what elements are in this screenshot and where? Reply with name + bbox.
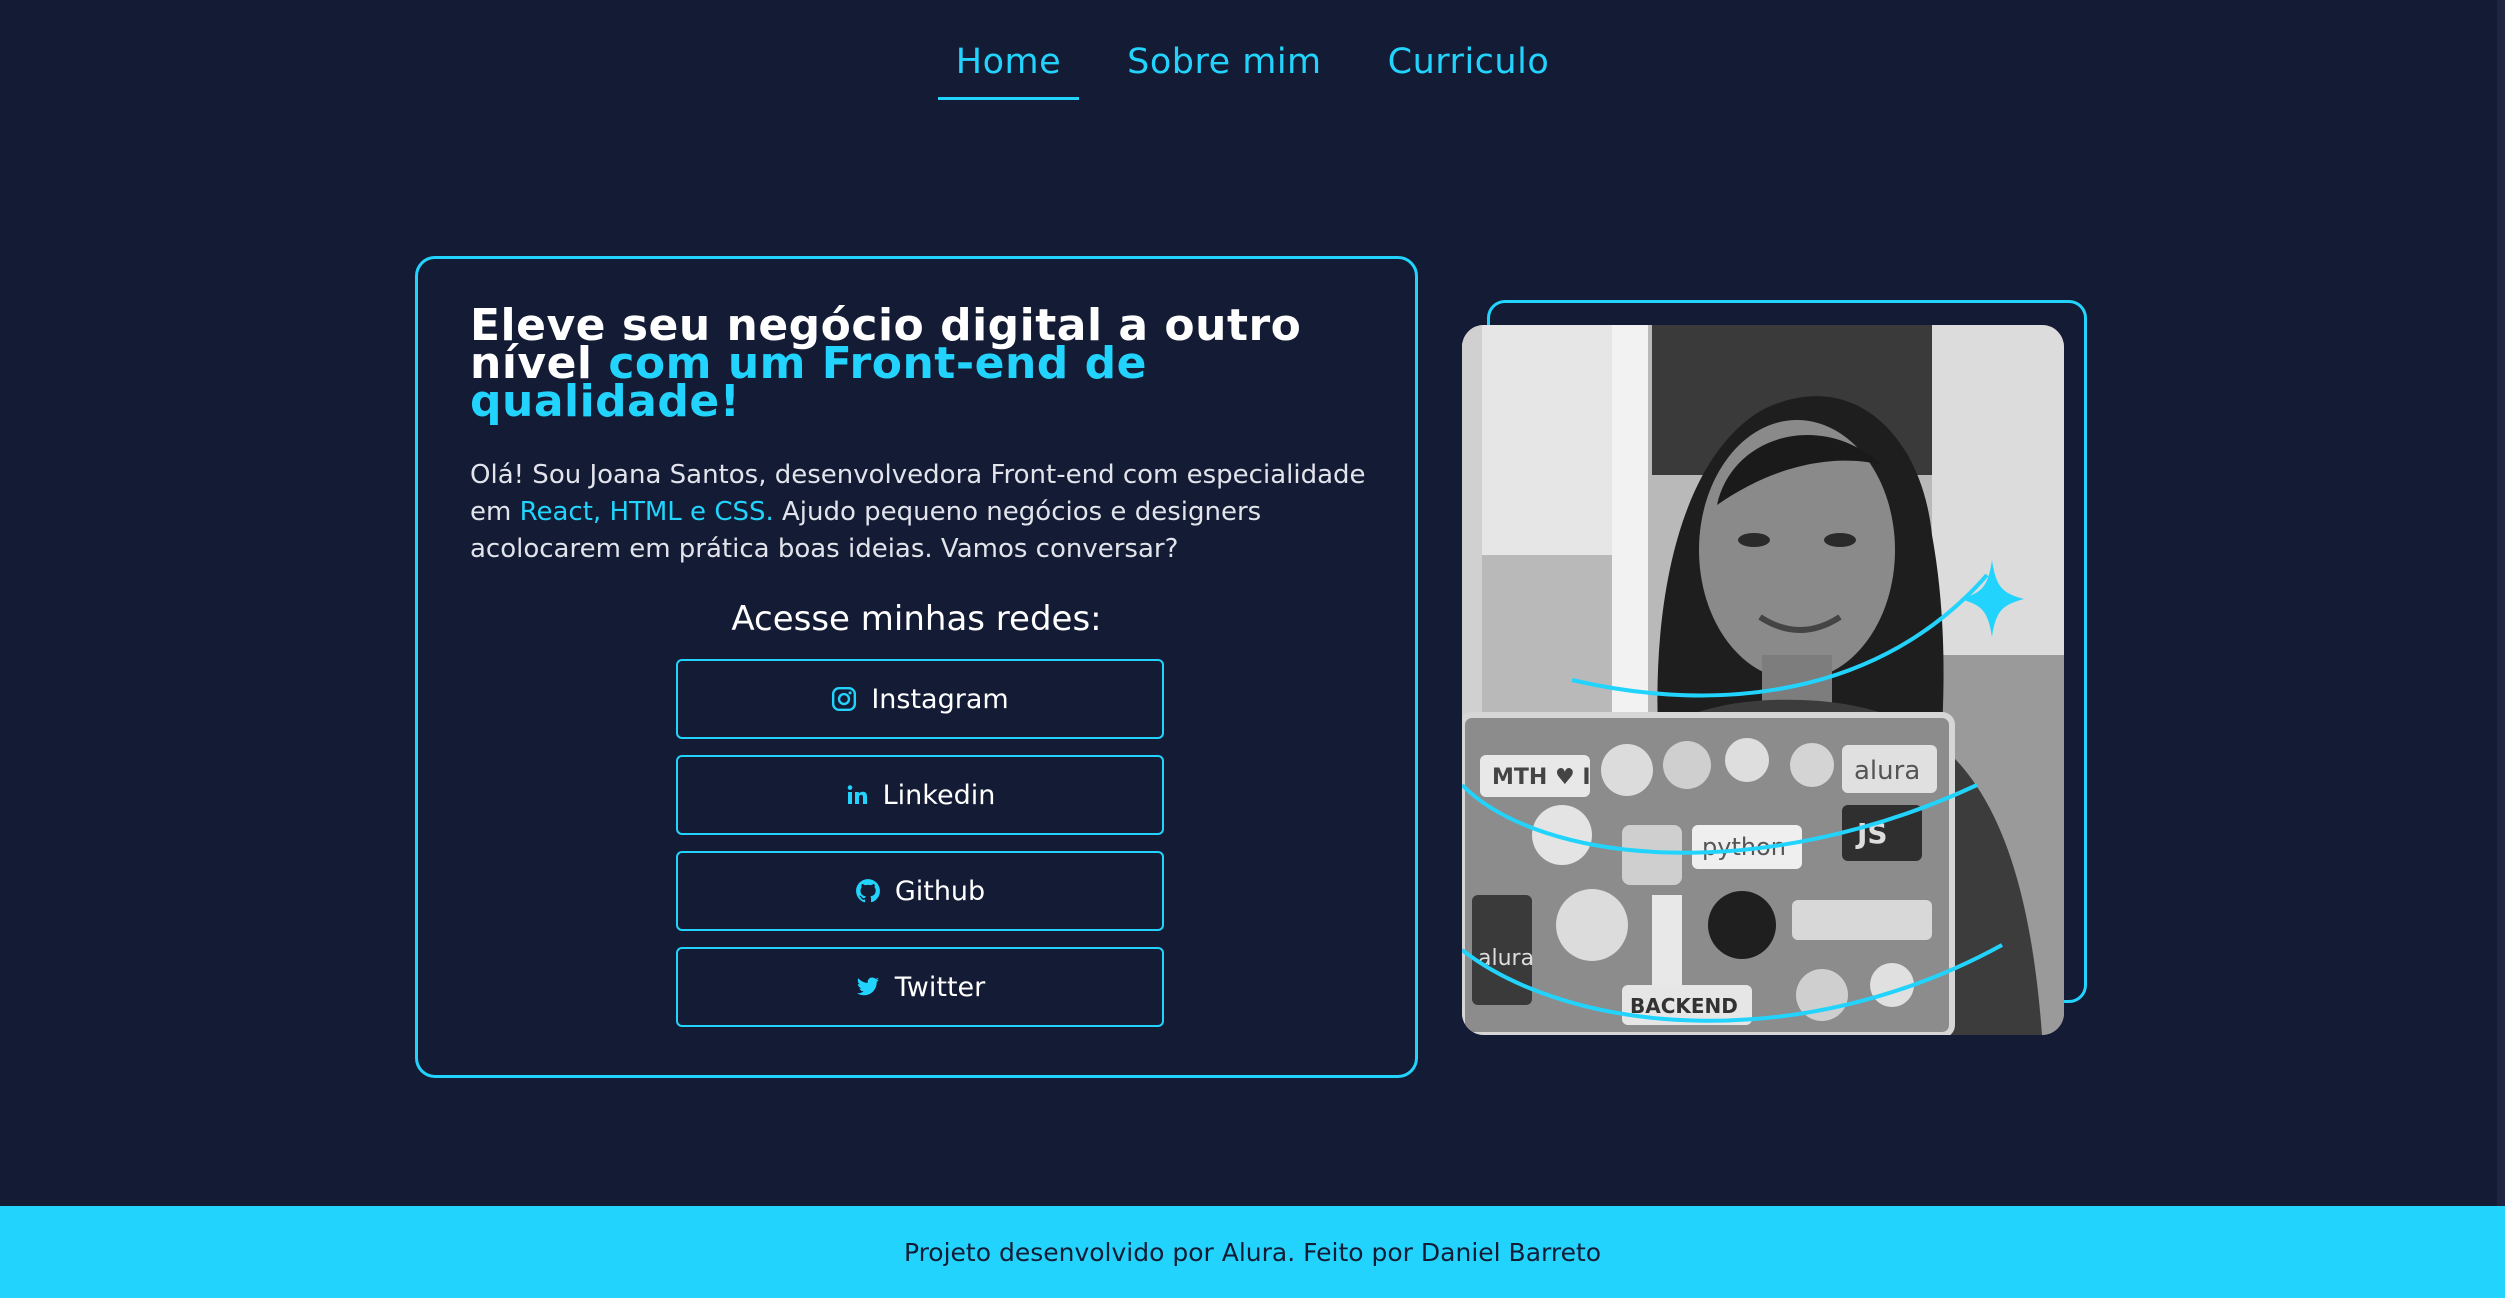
hero-card: Eleve seu negócio digital a outro nível … [415, 256, 1418, 1078]
nav-link-sobre-mim[interactable]: Sobre mim [1109, 30, 1340, 100]
nav-link-curriculo[interactable]: Curriculo [1370, 30, 1568, 100]
intro-accent: React, HTML e CSS. [519, 497, 774, 527]
profile-photo: MTH ♥ I alura JS python alura BACKEND [1462, 325, 2064, 1035]
social-title: Acesse minhas redes: [731, 599, 1102, 639]
sticker-2: alura [1854, 756, 1920, 786]
scrollbar[interactable] [2497, 0, 2505, 1206]
footer-text: Projeto desenvolvido por Alura. Feito po… [903, 1237, 1602, 1267]
twitter-icon [856, 977, 879, 996]
github-label: Github [894, 875, 986, 907]
sticker-6: BACKEND [1630, 994, 1738, 1018]
instagram-button[interactable]: Instagram [676, 659, 1164, 739]
twitter-button[interactable]: Twitter [676, 947, 1164, 1027]
twitter-label: Twitter [894, 971, 986, 1003]
github-button[interactable]: Github [676, 851, 1164, 931]
linkedin-label: Linkedin [882, 779, 996, 811]
linkedin-button[interactable]: Linkedin [676, 755, 1164, 835]
hero-headline: Eleve seu negócio digital a outro nível … [470, 304, 1350, 424]
nav-link-home[interactable]: Home [937, 30, 1080, 100]
sticker-1: MTH ♥ I [1492, 765, 1591, 790]
instagram-icon [832, 686, 857, 712]
linkedin-icon [847, 785, 867, 804]
footer: Projeto desenvolvido por Alura. Feito po… [0, 1206, 2505, 1298]
main-nav: Home Sobre mim Curriculo [0, 30, 2505, 100]
hero-intro: Olá! Sou Joana Santos, desenvolvedora Fr… [470, 457, 1370, 568]
github-icon [855, 879, 880, 903]
instagram-label: Instagram [871, 683, 1009, 715]
